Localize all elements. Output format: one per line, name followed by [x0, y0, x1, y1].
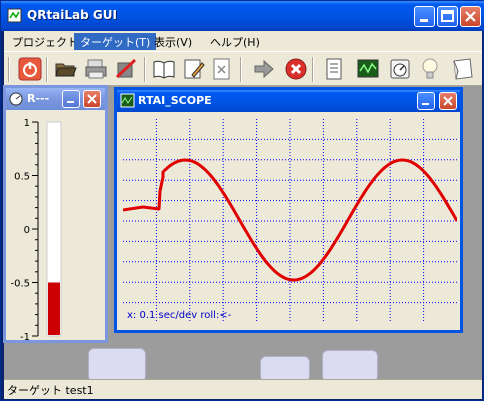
scope-window[interactable]: RTAI_SCOPE x: 0.1 sec/dev roll:<- — [114, 87, 463, 333]
meter-title-bar[interactable]: R--- — [6, 88, 105, 110]
menu-view[interactable]: 表示(V) — [148, 33, 198, 50]
meter-scale-label: 0.5 — [14, 172, 30, 183]
edit-icon[interactable] — [182, 57, 206, 81]
meter-window[interactable]: R--- 1 0.5 0 -0.5 -1 — [3, 85, 108, 343]
meter-scale-label: 0 — [24, 225, 30, 236]
status-text: ターゲット test1 — [7, 384, 94, 397]
meter-fill-bar — [48, 282, 60, 335]
meter-icon[interactable] — [388, 57, 412, 81]
bulb-icon[interactable] — [418, 57, 442, 81]
meter-window-title: R--- — [27, 92, 50, 105]
menu-project[interactable]: プロジェクト — [6, 33, 84, 50]
delete-icon[interactable] — [114, 57, 138, 81]
toolbar-separator — [8, 57, 10, 82]
scope-grid — [123, 119, 457, 323]
maximize-button[interactable] — [437, 6, 458, 27]
power-icon[interactable] — [18, 57, 42, 81]
toolbar-separator — [240, 57, 242, 82]
scope-window-title: RTAI_SCOPE — [138, 94, 212, 107]
meter-window-icon — [9, 92, 23, 106]
menu-target[interactable]: ターゲット(T) — [74, 33, 157, 50]
scope-title-bar[interactable]: RTAI_SCOPE — [117, 90, 460, 112]
meter-scale-label: 1 — [24, 118, 30, 129]
scope-trace — [122, 158, 459, 282]
minimize-button[interactable] — [414, 6, 435, 27]
meter-scale-label: -1 — [20, 332, 30, 340]
scope-close-button[interactable] — [439, 92, 457, 110]
scope-window-icon — [120, 93, 135, 108]
arrow-right-icon[interactable] — [252, 57, 276, 81]
meter-scale-label: -0.5 — [10, 279, 30, 290]
scope-plot-area[interactable]: x: 0.1 sec/dev roll:<- — [122, 119, 459, 323]
book-icon[interactable] — [152, 57, 176, 81]
menu-bar: プロジェクト ターゲット(T) 表示(V) ヘルプ(H) — [4, 31, 482, 51]
block-icon — [322, 350, 378, 382]
print-icon[interactable] — [84, 57, 108, 81]
scope-minimize-button[interactable] — [417, 92, 435, 110]
block-icon — [88, 348, 146, 382]
menu-help[interactable]: ヘルプ(H) — [204, 33, 266, 50]
close-doc-icon[interactable] — [210, 57, 234, 81]
title-bar[interactable]: QRtaiLab GUI — [1, 1, 484, 31]
scope-canvas: x: 0.1 sec/dev roll:<- — [122, 119, 459, 323]
scope-status-text: x: 0.1 sec/dev roll:<- — [127, 310, 232, 321]
stop-icon[interactable] — [284, 57, 308, 81]
meter-minimize-button[interactable] — [62, 90, 80, 108]
status-bar: ターゲット test1 — [4, 379, 482, 399]
toolbar-separator — [144, 57, 146, 82]
document-icon[interactable] — [322, 57, 346, 81]
toolbar-separator — [46, 57, 48, 82]
meter-ticks — [32, 121, 38, 337]
open-folder-icon[interactable] — [54, 57, 78, 81]
app-icon — [7, 8, 22, 23]
meter-close-button[interactable] — [83, 90, 101, 108]
close-button[interactable] — [460, 6, 481, 27]
toolbar — [4, 51, 482, 86]
window-title: QRtaiLab GUI — [27, 8, 117, 22]
toolbar-separator — [312, 57, 314, 82]
meter-display: 1 0.5 0 -0.5 -1 — [10, 118, 62, 340]
paper-icon[interactable] — [450, 57, 474, 81]
scope-icon[interactable] — [356, 57, 380, 81]
